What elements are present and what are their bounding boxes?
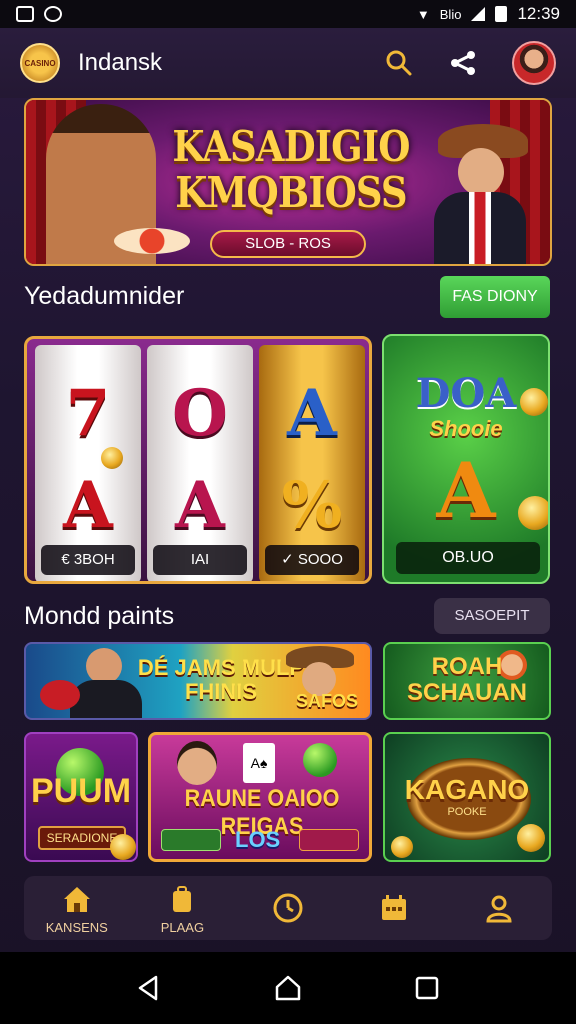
app-root: ▼ Blio 12:39 CASINO Indansk KASADIGIO KM… — [0, 0, 576, 1024]
user-avatar[interactable] — [512, 41, 556, 85]
app-logo[interactable]: CASINO — [20, 43, 60, 83]
food-plate — [114, 228, 190, 254]
home-icon — [63, 886, 90, 912]
hero-title-line1: KASADIGIO — [172, 122, 410, 171]
nav-item-calendar[interactable] — [349, 878, 439, 938]
coin-icon — [110, 834, 136, 860]
bottom-nav: KANSENS PLAAG — [24, 876, 552, 940]
game-tile-roah[interactable]: ROAH SCHAUAN — [383, 642, 551, 720]
hero-man-right — [430, 114, 530, 264]
playing-card-icon: A♠ — [243, 743, 275, 783]
coin-icon — [520, 388, 548, 416]
home-system-icon[interactable] — [273, 973, 303, 1003]
logo-text: CASINO — [24, 58, 56, 68]
mid-tile-badge-right — [299, 829, 359, 851]
tile-character — [66, 644, 146, 718]
kag-tile-title: KAGANO — [404, 774, 530, 805]
profile-icon — [486, 895, 512, 923]
guitar-icon — [40, 680, 80, 710]
nav-label-home: KANSENS — [45, 919, 108, 935]
section2-action-button[interactable]: SASOEPIT — [434, 598, 550, 634]
reel1-label: € 3BOH — [41, 545, 135, 575]
calendar-icon — [381, 895, 406, 920]
signal-icon — [471, 7, 486, 21]
nav-item-profile[interactable] — [454, 878, 544, 938]
coin-icon — [518, 496, 548, 530]
back-icon[interactable] — [134, 973, 164, 1003]
system-nav-bar — [0, 952, 576, 1024]
reel2-top-symbol: O — [172, 376, 228, 451]
feature-subtitle: Shooie — [429, 416, 503, 441]
nav-item-bag[interactable]: PLAAG — [137, 878, 227, 938]
nav-label-bag: PLAAG — [160, 919, 205, 935]
reel3-bottom-symbol: % — [281, 468, 343, 543]
status-bar: ▼ Blio 12:39 — [0, 0, 576, 28]
coin-icon — [391, 836, 413, 858]
kag-tile-sub: POOKE — [447, 806, 487, 818]
hero-title-line2: KMQBIOSS — [175, 168, 407, 217]
wide-tile-small: SAFOS — [295, 691, 358, 711]
reel1-bottom-symbol: A — [63, 468, 113, 543]
reel1-top-symbol: 7 — [65, 376, 111, 451]
coin-icon — [101, 447, 123, 469]
battery-icon — [495, 6, 508, 22]
hero-title: KASADIGIO KMQBIOSS — [172, 124, 410, 216]
roah-tile-title: ROAH SCHAUAN — [407, 653, 527, 706]
app-title: Indansk — [78, 49, 163, 76]
game-tile-puum[interactable]: PUUM SERADIONE — [24, 732, 138, 862]
slot-reel-2: O A IAI — [147, 345, 253, 581]
puum-tile-title: PUUM — [30, 772, 132, 810]
share-icon — [451, 51, 475, 75]
reel2-label: IAI — [153, 545, 247, 575]
app-header: CASINO Indansk — [0, 28, 576, 98]
slot-machine-card[interactable]: 7 A € 3BOH O A IAI A % ✓ SOOO — [24, 336, 372, 584]
clock-icon — [273, 893, 303, 923]
hero-pill-button[interactable]: SLOB - ROS — [210, 230, 366, 258]
app-notification-icon — [44, 6, 62, 22]
clock-time: 12:39 — [517, 4, 560, 23]
slot-reel-1: 7 A € 3BOH — [35, 345, 141, 581]
share-button[interactable] — [448, 48, 478, 78]
game-tile-kagano[interactable]: KAGANO POOKE — [383, 732, 551, 862]
nav-item-clock[interactable] — [243, 878, 333, 938]
gem-icon — [303, 743, 337, 777]
feature-game-card[interactable]: DOA Shooie A OB.UO — [382, 334, 550, 584]
slot-reel-3: A % ✓ SOOO — [259, 345, 365, 581]
reel3-top-symbol: A — [287, 376, 337, 451]
game-tile-wide[interactable]: DÉ JAMS MULP FHINIS SAFOS — [24, 642, 372, 720]
search-icon — [386, 50, 412, 76]
feature-label: OB.UO — [396, 542, 540, 574]
mid-tile-badge-left — [161, 829, 221, 851]
nav-item-home[interactable]: KANSENS — [32, 878, 122, 938]
reel2-bottom-symbol: A — [175, 468, 225, 543]
section1-action-button[interactable]: FAS DIONY — [440, 276, 550, 318]
reel3-label: ✓ SOOO — [265, 545, 359, 575]
search-button[interactable] — [384, 48, 414, 78]
recents-icon[interactable] — [412, 973, 442, 1003]
wifi-icon: ▼ — [416, 6, 430, 22]
coin-icon — [517, 824, 545, 852]
tile-character — [177, 741, 217, 785]
hero-banner[interactable]: KASADIGIO KMQBIOSS SLOB - ROS — [24, 98, 552, 266]
bag-icon — [173, 885, 192, 912]
mid-tile-logo: LOS — [235, 827, 281, 852]
game-tile-mid[interactable]: A♠ RAUNE OAIOO REIGAS LOS — [148, 732, 372, 862]
network-label: Blio — [439, 6, 462, 22]
section2-title: Mondd paints — [24, 602, 175, 630]
notification-icon — [16, 6, 34, 22]
section1-title: Yedadumnider — [24, 282, 185, 310]
